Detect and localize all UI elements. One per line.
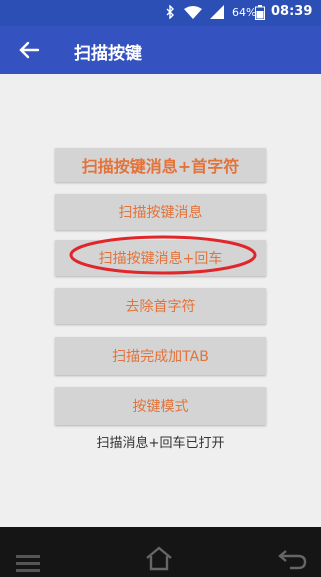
battery-icon	[255, 5, 265, 20]
bluetooth-icon	[166, 5, 174, 19]
page-title: 扫描按键	[74, 44, 142, 64]
nav-bar	[0, 527, 321, 577]
scan-key-msg-button[interactable]: 扫描按键消息	[55, 194, 266, 230]
back-arrow-icon[interactable]	[18, 39, 40, 61]
scan-add-tab-button[interactable]: 扫描完成加TAB	[55, 337, 266, 375]
status-message: 扫描消息+回车已打开	[96, 436, 225, 451]
phone-screen: 64% 08:39 扫描按键 扫描按键消息+首字符 扫描按键消息 扫描按键消息+…	[0, 0, 321, 527]
scan-key-msg-enter-button[interactable]: 扫描按键消息+回车	[55, 240, 266, 276]
back-nav-icon[interactable]	[276, 545, 308, 571]
clock: 08:39	[271, 4, 313, 19]
scan-key-msg-prefix-button[interactable]: 扫描按键消息+首字符	[55, 148, 266, 182]
main-content: 扫描按键消息+首字符 扫描按键消息 扫描按键消息+回车 去除首字符 扫描完成加T…	[0, 74, 321, 527]
wifi-icon	[184, 6, 202, 19]
home-icon[interactable]	[144, 545, 174, 571]
battery-percent: 64%	[232, 6, 257, 19]
key-mode-button[interactable]: 按键模式	[55, 387, 266, 425]
signal-icon	[210, 5, 224, 19]
menu-icon[interactable]	[14, 551, 42, 575]
status-bar: 64% 08:39	[0, 0, 321, 26]
remove-prefix-button[interactable]: 去除首字符	[55, 288, 266, 324]
app-bar: 扫描按键	[0, 26, 321, 74]
